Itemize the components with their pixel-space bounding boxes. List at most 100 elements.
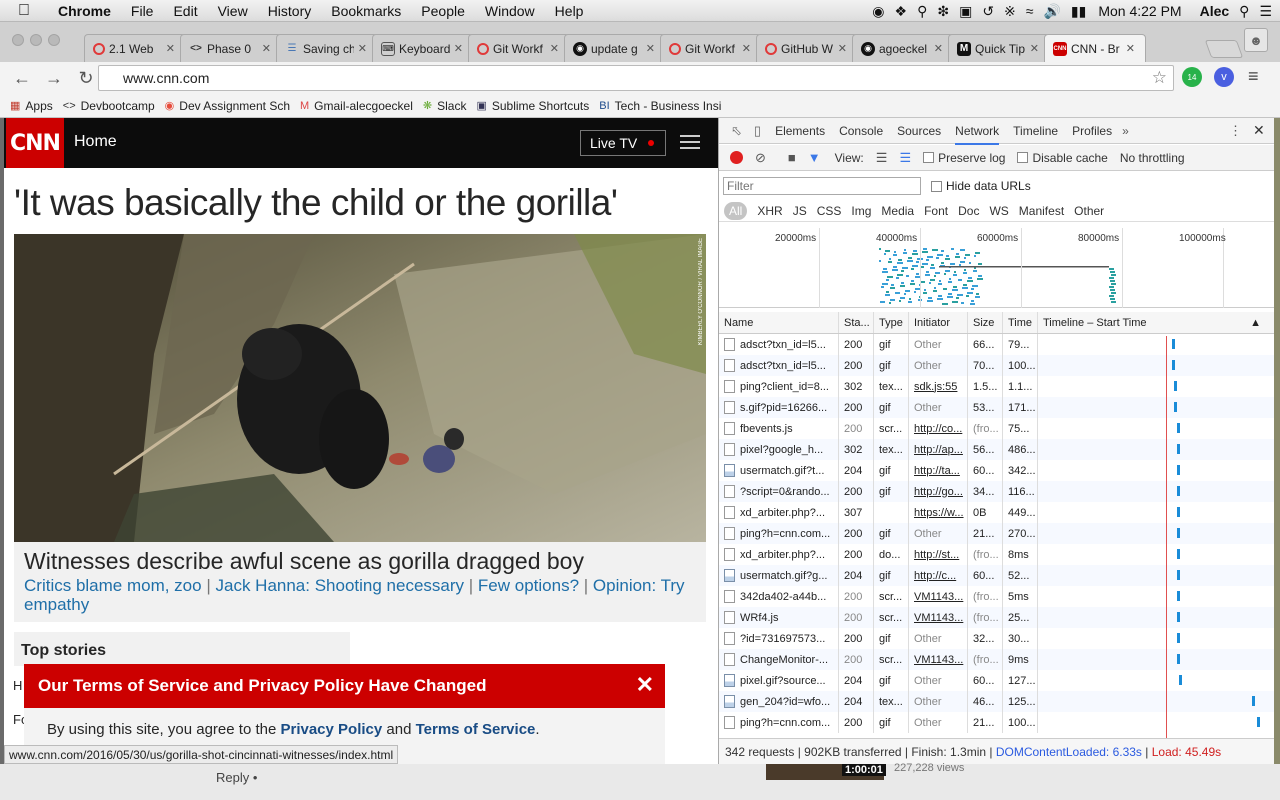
slack-tray-icon[interactable]: ❇ [937,3,949,20]
forward-arrow-icon[interactable]: → [44,68,64,89]
table-row[interactable]: ChangeMonitor-... 200 scr... VM1143... (fro.… [719,649,1275,670]
table-row[interactable]: gen_204?id=wfo... 204 tex... Other 46... 125.… [719,691,1275,712]
type-filter-media[interactable]: Media [881,204,914,218]
table-row[interactable]: ?id=731697573... 200 gif Other 32... 30... [719,628,1275,649]
menu-window[interactable]: Window [485,3,535,19]
cell-initiator-text[interactable]: http://st... [914,549,959,561]
tab-close-icon[interactable]: ✕ [262,42,271,55]
table-row[interactable]: usermatch.gif?g... 204 gif http://c... 60...… [719,565,1275,586]
zoom-window-button[interactable] [48,34,60,46]
cnn-home-link[interactable]: Home [74,133,117,151]
more-tabs-icon[interactable]: » [1122,124,1129,138]
cell-initiator-text[interactable]: VM1143... [914,654,963,666]
menubar-clock[interactable]: Mon 4:22 PM [1098,3,1181,19]
device-mode-icon[interactable]: ▯ [754,123,761,139]
extension-green-icon[interactable]: 14 [1182,67,1202,87]
type-filter-doc[interactable]: Doc [958,204,979,218]
cell-initiator-text[interactable]: https://w... [914,507,964,519]
cell-initiator-text[interactable]: VM1143... [914,612,963,624]
related-link-jack-hanna[interactable]: Jack Hanna: Shooting necessary [215,576,464,595]
browser-tab[interactable]: CNN CNN - Br ✕ [1044,34,1146,62]
browser-tab[interactable]: ◉ agoeckel ✕ [852,34,954,62]
tab-timeline[interactable]: Timeline [1013,124,1058,138]
throttling-select[interactable]: No throttling [1120,151,1185,165]
type-filter-xhr[interactable]: XHR [757,204,782,218]
table-row[interactable]: usermatch.gif?t... 204 gif http://ta... 60..… [719,460,1275,481]
col-timeline[interactable]: Timeline – Start Time [1038,312,1178,333]
terminal-icon[interactable]: ▣ [959,3,972,20]
article-photo[interactable]: KIMBERLY O'CONNOR / VIRAL IMAGE [14,234,706,542]
browser-tab[interactable]: 2.1 Web ✕ [84,34,186,62]
hamburger-menu-icon[interactable] [680,135,700,149]
article-headline[interactable]: 'It was basically the child or the goril… [14,182,618,224]
hide-data-urls-checkbox[interactable]: Hide data URLs [931,179,1031,193]
terms-of-service-link[interactable]: Terms of Service [416,721,536,738]
table-row[interactable]: ping?client_id=8... 302 tex... sdk.js:55 1.5… [719,376,1275,397]
chrome-menu-icon[interactable]: ≡ [1248,66,1259,87]
table-row[interactable]: s.gif?pid=16266... 200 gif Other 53... 171... [719,397,1275,418]
browser-tab[interactable]: <> Phase 0 ✕ [180,34,282,62]
dropbox-icon[interactable]: ❖ [895,3,908,20]
table-row[interactable]: 342da402-a44b... 200 scr... VM1143... (fro..… [719,586,1275,607]
table-row[interactable]: WRf4.js 200 scr... VM1143... (fro... 25... [719,607,1275,628]
tab-close-icon[interactable]: ✕ [1126,42,1135,55]
filter-icon[interactable]: ▼ [808,150,821,165]
type-filter-ws[interactable]: WS [989,204,1008,218]
table-row[interactable]: pixel.gif?source... 204 gif Other 60... 127..… [719,670,1275,691]
tab-elements[interactable]: Elements [775,124,825,138]
table-row[interactable]: ping?h=cnn.com... 200 gif Other 21... 100... [719,712,1275,733]
cell-initiator-text[interactable]: http://c... [914,570,956,582]
table-row[interactable]: pixel?google_h... 302 tex... http://ap... 56… [719,439,1275,460]
related-link-few-options[interactable]: Few options? [478,576,579,595]
bookmark-item[interactable]: ▦ Apps [10,99,53,113]
inspect-element-icon[interactable]: ⬁ [731,123,742,139]
spotlight-search-icon[interactable]: ⚲ [1239,3,1249,20]
tab-profiles[interactable]: Profiles [1072,124,1112,138]
tab-close-icon[interactable]: ✕ [742,42,751,55]
bookmark-item[interactable]: ◉ Dev Assignment Sch [165,99,290,113]
menu-app-name[interactable]: Chrome [58,3,111,19]
type-filter-js[interactable]: JS [793,204,807,218]
browser-tab[interactable]: ⌨ Keyboard ✕ [372,34,474,62]
col-name[interactable]: Name [719,312,839,333]
menu-bookmarks[interactable]: Bookmarks [331,3,401,19]
col-time[interactable]: Time [1003,312,1038,333]
tab-close-icon[interactable]: ✕ [838,42,847,55]
back-arrow-icon[interactable]: ← [12,68,32,89]
tab-close-icon[interactable]: ✕ [358,42,367,55]
clear-icon[interactable]: ⊘ [755,150,766,166]
table-row[interactable]: xd_arbiter.php?... 200 do... http://st... (f… [719,544,1275,565]
status-circle-icon[interactable]: ◉ [872,3,884,20]
tab-close-icon[interactable]: ✕ [550,42,559,55]
type-filter-all[interactable]: All [724,201,748,220]
bluetooth-icon[interactable]: ※ [1004,3,1016,20]
type-filter-manifest[interactable]: Manifest [1019,204,1064,218]
cnn-logo[interactable]: CNN [6,118,64,168]
extension-v-icon[interactable]: v [1214,67,1234,87]
cell-initiator-text[interactable]: sdk.js:55 [914,381,957,393]
table-row[interactable]: ping?h=cnn.com... 200 gif Other 21... 270... [719,523,1275,544]
tab-sources[interactable]: Sources [897,124,941,138]
caption-title[interactable]: Witnesses describe awful scene as gorill… [24,548,696,575]
cell-initiator-text[interactable]: http://co... [914,423,962,435]
tab-network[interactable]: Network [955,117,1000,145]
privacy-policy-link[interactable]: Privacy Policy [280,721,382,738]
cell-initiator-text[interactable]: http://ta... [914,465,960,477]
overview-icon[interactable]: ☰ [899,150,911,166]
bookmark-item[interactable]: BI Tech - Business Insi [599,99,721,113]
cell-initiator-text[interactable]: http://ap... [914,444,963,456]
browser-tab[interactable]: M Quick Tip ✕ [948,34,1050,62]
col-status[interactable]: Sta... [839,312,874,333]
address-bar[interactable]: www.cnn.com ☆ [98,65,1174,91]
table-row[interactable]: adsct?txn_id=l5... 200 gif Other 66... 79... [719,334,1275,355]
time-machine-icon[interactable]: ↺ [982,3,994,20]
tab-close-icon[interactable]: ✕ [166,42,175,55]
menu-edit[interactable]: Edit [173,3,197,19]
minimize-window-button[interactable] [30,34,42,46]
close-window-button[interactable] [12,34,24,46]
browser-tab[interactable]: Git Workf ✕ [468,34,570,62]
menu-help[interactable]: Help [555,3,584,19]
filter-input[interactable] [723,177,921,195]
browser-tab[interactable]: Git Workf ✕ [660,34,762,62]
col-size[interactable]: Size [968,312,1003,333]
